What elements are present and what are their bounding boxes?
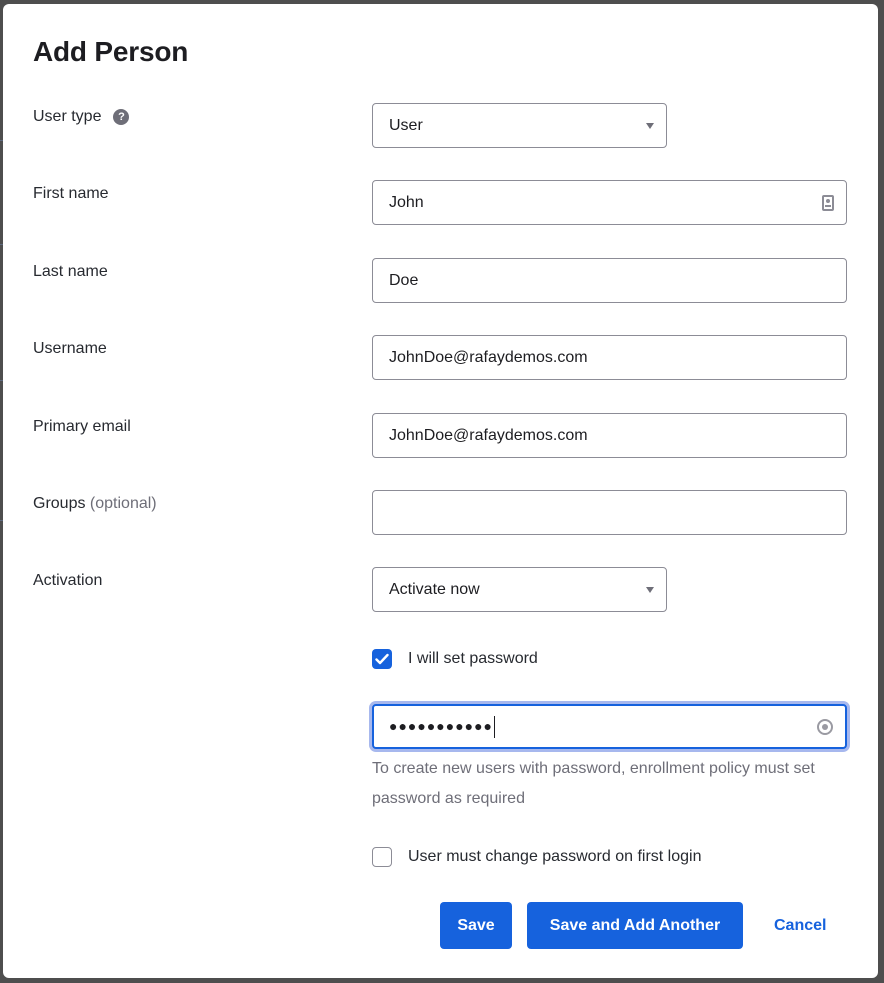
primary-email-input[interactable]: JohnDoe@rafaydemos.com (372, 413, 847, 458)
username-label: Username (33, 340, 107, 357)
set-password-checkbox[interactable] (372, 649, 392, 669)
question-circle-icon[interactable]: ? (113, 109, 130, 125)
first-name-value: John (389, 193, 424, 211)
primary-email-value: JohnDoe@rafaydemos.com (389, 426, 588, 444)
save-button[interactable]: Save (440, 902, 512, 949)
cancel-button[interactable]: Cancel (774, 902, 826, 949)
username-value: JohnDoe@rafaydemos.com (389, 348, 588, 366)
contact-card-icon[interactable] (822, 194, 834, 211)
last-name-label: Last name (33, 263, 108, 280)
username-input[interactable]: JohnDoe@rafaydemos.com (372, 335, 847, 380)
add-person-dialog: Add Person User type? User First name Jo… (3, 4, 878, 978)
optional-tag: (optional) (89, 495, 157, 512)
first-name-input[interactable]: John (372, 180, 847, 225)
user-type-select[interactable]: User (372, 103, 667, 148)
groups-label: Groups (optional) (33, 495, 157, 513)
chevron-down-icon (646, 586, 654, 593)
password-input[interactable]: ●●●●●●●●●●● (372, 704, 847, 749)
password-value: ●●●●●●●●●●● (389, 715, 817, 738)
primary-email-label: Primary email (33, 418, 131, 435)
groups-input[interactable] (372, 490, 847, 535)
chevron-down-icon (646, 122, 654, 129)
dialog-title: Add Person (33, 36, 189, 67)
first-name-label: First name (33, 185, 109, 202)
user-type-label-text: User type (33, 108, 102, 125)
change-password-label: User must change password on first login (408, 848, 702, 865)
activation-select[interactable]: Activate now (372, 567, 667, 612)
text-cursor (494, 715, 496, 738)
activation-label: Activation (33, 572, 103, 589)
last-name-value: Doe (389, 271, 419, 289)
set-password-label: I will set password (408, 650, 538, 667)
activation-value: Activate now (389, 580, 480, 598)
user-type-value: User (389, 116, 423, 134)
checkmark-icon (375, 653, 389, 665)
groups-label-text: Groups (33, 495, 86, 512)
change-password-option[interactable]: User must change password on first login (372, 847, 701, 867)
set-password-option[interactable]: I will set password (372, 649, 538, 669)
password-help-text: To create new users with password, enrol… (372, 760, 815, 807)
user-type-label: User type? (33, 108, 130, 126)
change-password-checkbox[interactable] (372, 847, 392, 867)
save-and-add-another-button[interactable]: Save and Add Another (527, 902, 743, 949)
password-dots: ●●●●●●●●●●● (389, 717, 494, 734)
password-manager-icon[interactable] (817, 718, 833, 735)
last-name-input[interactable]: Doe (372, 258, 847, 303)
